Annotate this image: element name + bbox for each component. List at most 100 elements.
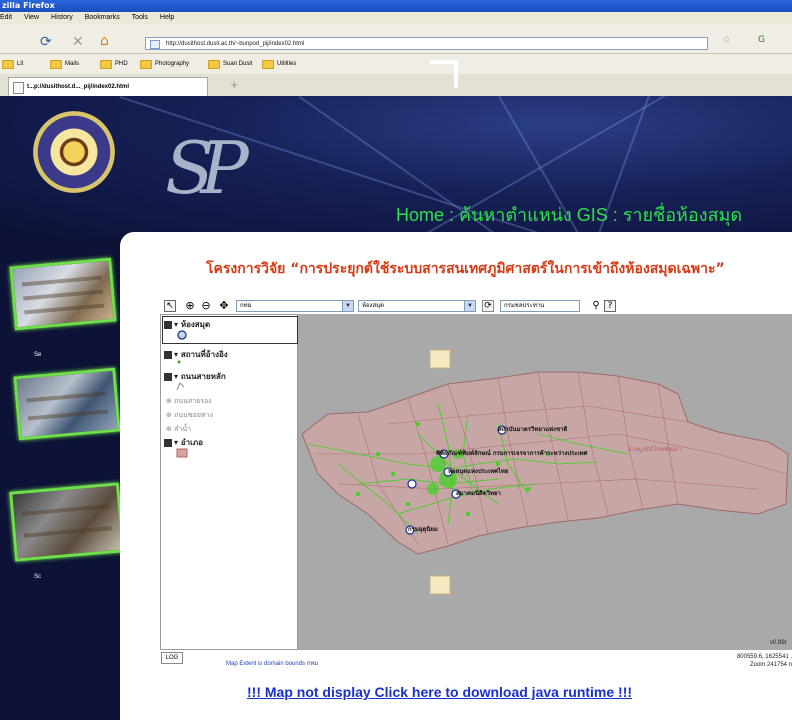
place-label: หอสมุดแห่งประเทศไทย bbox=[448, 468, 509, 475]
map-coordinates: 800559.6, 1625541 . Zoom 241754 n bbox=[716, 653, 792, 669]
chevron-down-icon: ▼ bbox=[464, 301, 475, 311]
menu-help[interactable]: Help bbox=[160, 14, 174, 21]
folder-icon bbox=[100, 59, 112, 69]
library-photo-3 bbox=[9, 482, 125, 562]
tab-bar: t...p://dusithost.d..._pij/index02.html … bbox=[0, 74, 792, 97]
legend-layer-landmark[interactable]: ▾ สถานที่อ้างอิง bbox=[164, 348, 228, 361]
bookmarks-bar: Lit Mails PHD Photography Suan Dusit Uti… bbox=[0, 54, 792, 74]
page-favicon-icon bbox=[13, 82, 24, 94]
map-svg bbox=[301, 349, 789, 595]
search-input-value: กรมชลประทาน bbox=[504, 303, 545, 309]
shelf-decor bbox=[23, 289, 104, 301]
reload-icon[interactable]: ⟳ bbox=[40, 34, 52, 50]
legend-layer-label: ถนนสายหลัก bbox=[180, 372, 226, 381]
search-engine-icon[interactable]: G bbox=[758, 35, 765, 45]
pan-select-icon[interactable]: ↖ bbox=[164, 300, 176, 312]
help-icon[interactable]: ? bbox=[604, 300, 616, 312]
legend-layer-label: สถานที่อ้างอิง bbox=[180, 350, 228, 359]
checkbox-icon[interactable] bbox=[164, 320, 172, 329]
bookmark-label: PHD bbox=[115, 61, 128, 67]
research-heading: โครงการวิจัย “การประยุกต์ใช้ระบบสารสนเทศ… bbox=[206, 261, 725, 277]
legend-layer-secondary-road[interactable]: ⊕ ถนนสายรอง bbox=[166, 396, 212, 407]
new-tab-button[interactable]: + bbox=[230, 80, 238, 91]
folder-icon bbox=[262, 59, 274, 69]
log-button[interactable]: LOG bbox=[161, 652, 183, 664]
menu-bookmarks[interactable]: Bookmarks bbox=[85, 14, 120, 21]
map-canvas[interactable]: สถาบันมาตรวิทยาแห่งชาติ พิพิธภัณฑ์พิมพ์ล… bbox=[298, 314, 792, 650]
library-photo-2 bbox=[13, 367, 121, 441]
bookmark-label: Mails bbox=[65, 61, 80, 67]
tab-active[interactable]: t...p://dusithost.d..._pij/index02.html bbox=[8, 77, 208, 96]
bookmark-label: Suan Dusit bbox=[223, 61, 253, 67]
decorative-corner bbox=[430, 60, 458, 88]
district-symbol-icon bbox=[176, 448, 188, 458]
checkbox-icon[interactable] bbox=[164, 438, 172, 447]
java-download-link[interactable]: !!! Map not display Click here to downlo… bbox=[247, 684, 632, 700]
zoom-in-icon[interactable]: ⊕ bbox=[184, 300, 196, 312]
shelf-decor bbox=[23, 526, 112, 538]
coord-readout: 800559.6, 1625541 . bbox=[736, 654, 792, 660]
bookmark-label: Photography bbox=[155, 61, 190, 67]
search-input[interactable]: กรมชลประทาน bbox=[500, 300, 580, 312]
bookmark-lit[interactable]: Lit bbox=[2, 54, 23, 74]
menu-edit[interactable]: Edit bbox=[0, 14, 12, 21]
folder-icon bbox=[2, 59, 14, 69]
bookmark-label: Lit bbox=[17, 61, 24, 67]
layer-select[interactable]: ห้องสมุด ▼ bbox=[358, 300, 476, 312]
star-icon[interactable]: ☆ bbox=[722, 35, 731, 46]
bookmark-phd[interactable]: PHD bbox=[100, 54, 128, 74]
menu-history[interactable]: History bbox=[51, 14, 73, 21]
checkbox-icon[interactable] bbox=[164, 372, 172, 381]
map-extent-text: Map Extent is domain bounds กทม bbox=[226, 661, 319, 667]
window-title: zilla Firefox bbox=[2, 1, 55, 10]
menu-view[interactable]: View bbox=[24, 14, 39, 21]
north-scale-marker bbox=[429, 349, 451, 369]
pan-move-icon[interactable]: ✥ bbox=[218, 300, 230, 312]
tab-label: t...p://dusithost.d..._pij/index02.html bbox=[27, 84, 130, 90]
photo-caption: Se bbox=[34, 352, 42, 358]
folder-icon bbox=[208, 59, 220, 69]
legend-layer-label: อำเภอ bbox=[180, 438, 203, 447]
stop-icon[interactable]: ✕ bbox=[72, 34, 84, 50]
province-select[interactable]: กทม ▼ bbox=[236, 300, 354, 312]
photo-caption: Sc bbox=[34, 574, 42, 580]
shelf-decor bbox=[21, 504, 110, 516]
folder-icon bbox=[140, 59, 152, 69]
bookmark-utilities[interactable]: Utilities bbox=[262, 54, 296, 74]
url-bar[interactable]: http://dusithost.dusit.ac.th/~bunpod_pij… bbox=[145, 37, 708, 50]
bangkok-district-polygons bbox=[301, 371, 789, 555]
place-label: กรมอุตุนิยม bbox=[408, 526, 438, 533]
refresh-icon[interactable]: ⟳ bbox=[482, 300, 494, 312]
legend-layer-label: ห้องสมุด bbox=[180, 320, 211, 329]
place-label: ฝ่ายมูลนิธิไทยพัฒนา bbox=[628, 446, 682, 453]
banner-navigation[interactable]: Home : ค้นหาตำแหน่ง GIS : รายชื่อห้องสมุ… bbox=[396, 200, 742, 229]
bookmark-photography[interactable]: Photography bbox=[140, 54, 189, 74]
binoculars-icon[interactable]: ⚲ bbox=[590, 300, 602, 312]
legend-layer-label: ลำน้ำ bbox=[174, 425, 192, 433]
shelf-decor bbox=[27, 409, 108, 421]
library-symbol-icon bbox=[177, 330, 187, 340]
menu-tools[interactable]: Tools bbox=[132, 14, 148, 21]
checkbox-icon[interactable] bbox=[164, 350, 172, 359]
map-version: v0.99r bbox=[770, 640, 787, 646]
url-text: http://dusithost.dusit.ac.th/~bunpod_pij… bbox=[166, 41, 305, 47]
legend-layer-main-road[interactable]: ▾ ถนนสายหลัก bbox=[164, 370, 226, 383]
legend-layer-alley[interactable]: ⊕ ถนนซอยทาง bbox=[166, 410, 213, 421]
place-label: สถาบันมาตรวิทยาแห่งชาติ bbox=[498, 426, 568, 433]
province-select-value: กทม bbox=[240, 303, 252, 309]
legend-layer-label: ถนนสายรอง bbox=[174, 397, 212, 405]
landmark-symbol-icon bbox=[177, 360, 181, 364]
shelf-decor bbox=[24, 303, 105, 315]
site-logo-text: SP bbox=[165, 126, 249, 210]
home-icon[interactable]: ⌂ bbox=[100, 33, 109, 49]
place-label: พิพิธภัณฑ์พิมพ์ลักษณ์ กรมการเจรจาการค้าร… bbox=[436, 450, 588, 457]
legend-layer-river[interactable]: ⊕ ลำน้ำ bbox=[166, 424, 191, 435]
south-scale-marker bbox=[429, 575, 451, 595]
page-icon bbox=[150, 40, 160, 49]
site-banner: SP Home : ค้นหาตำแหน่ง GIS : รายชื่อห้อง… bbox=[0, 96, 792, 238]
bookmark-suan-dusit[interactable]: Suan Dusit bbox=[208, 54, 252, 74]
zoom-out-icon[interactable]: ⊖ bbox=[200, 300, 212, 312]
road-symbol-icon bbox=[176, 382, 185, 391]
bookmark-mails[interactable]: Mails bbox=[50, 54, 79, 74]
shelf-decor bbox=[21, 275, 102, 287]
